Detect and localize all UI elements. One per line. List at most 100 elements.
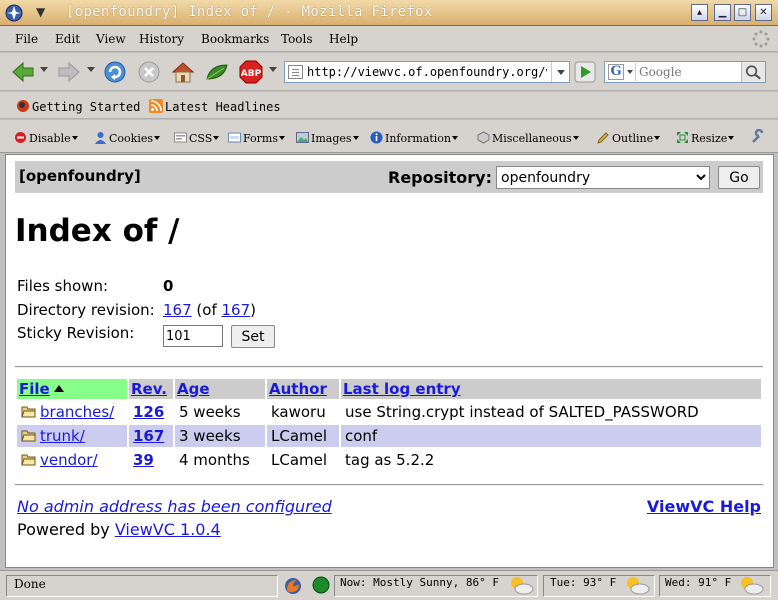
maximize-button[interactable]: □ — [734, 4, 751, 21]
repository-select[interactable]: openfoundry — [496, 166, 710, 189]
directory-revision-value-group: 167 (of 167) — [163, 301, 256, 319]
rev-link[interactable]: 167 — [133, 427, 164, 445]
reload-icon[interactable] — [102, 59, 128, 85]
go-button[interactable]: Go — [718, 166, 760, 189]
search-input[interactable] — [639, 64, 735, 80]
column-rev-link[interactable]: Rev. — [131, 380, 167, 398]
of-prefix: (of — [196, 301, 222, 319]
author-cell: kaworu — [271, 403, 326, 421]
file-link[interactable]: branches/ — [40, 403, 114, 421]
stop-icon[interactable] — [136, 59, 162, 85]
column-file[interactable]: File — [17, 379, 127, 399]
divider — [15, 366, 763, 368]
menu-tools[interactable]: Tools — [281, 32, 313, 46]
bookmark-latest-headlines[interactable]: Latest Headlines — [149, 99, 281, 114]
folder-icon — [21, 454, 36, 466]
close-button[interactable]: ✕ — [755, 4, 772, 21]
dev-images-menu[interactable]: Images — [296, 131, 359, 145]
menu-help[interactable]: Help — [329, 32, 358, 46]
dev-css-menu[interactable]: CSS — [174, 131, 220, 145]
files-shown-label: Files shown: — [17, 277, 109, 295]
leaf-icon[interactable] — [204, 59, 230, 85]
menu-edit[interactable]: Edit — [55, 32, 80, 46]
menu-view[interactable]: View — [96, 32, 126, 46]
viewvc-help-link[interactable]: ViewVC Help — [647, 497, 761, 516]
back-history-arrow-icon[interactable] — [40, 67, 48, 72]
log-cell: tag as 5.2.2 — [345, 451, 435, 469]
head-revision-link[interactable]: 167 — [222, 301, 251, 319]
column-rev[interactable]: Rev. — [129, 379, 173, 399]
rev-link[interactable]: 39 — [133, 451, 154, 469]
dev-resize-menu[interactable]: Resize — [676, 131, 735, 145]
home-icon[interactable] — [170, 59, 196, 85]
column-log-link[interactable]: Last log entry — [343, 380, 461, 398]
firefox-status-icon[interactable] — [283, 576, 303, 596]
column-author[interactable]: Author — [267, 379, 339, 399]
rev-cell: 126 — [129, 401, 173, 423]
menu-file[interactable]: File — [15, 32, 38, 46]
url-history-dropdown[interactable] — [551, 62, 569, 82]
search-box[interactable]: G — [604, 61, 766, 83]
status-green-indicator-icon[interactable] — [312, 576, 330, 594]
column-age[interactable]: Age — [175, 379, 265, 399]
viewvc-version-link[interactable]: ViewVC 1.0.4 — [115, 520, 221, 539]
powered-by: Powered by ViewVC 1.0.4 — [17, 520, 221, 539]
sunny-cloud-icon — [741, 577, 764, 595]
menu-history[interactable]: History — [139, 32, 184, 46]
table-row: branches/ 126 5 weeks kaworu use String.… — [17, 401, 761, 423]
file-link[interactable]: vendor/ — [40, 451, 98, 469]
bookmark-getting-started[interactable]: Getting Started — [16, 99, 140, 114]
dev-cookies-menu[interactable]: Cookies — [94, 131, 160, 145]
file-cell: trunk/ — [17, 425, 127, 447]
admin-address-link[interactable]: No admin address has been configured — [17, 497, 332, 516]
forward-icon[interactable] — [56, 59, 82, 85]
file-link[interactable]: trunk/ — [40, 427, 85, 445]
tools-wrench-icon[interactable] — [750, 129, 766, 145]
weather-tue-text: Tue: 93° F — [550, 576, 617, 589]
column-log[interactable]: Last log entry — [341, 379, 761, 399]
window-menu-arrow-icon[interactable]: ▼ — [36, 5, 45, 19]
author-cell: LCamel — [267, 425, 339, 447]
sticky-revision-input[interactable] — [163, 325, 223, 347]
file-cell: branches/ — [17, 401, 127, 423]
url-bar[interactable] — [284, 61, 570, 83]
disable-icon — [15, 132, 26, 143]
column-author-link[interactable]: Author — [269, 380, 327, 398]
dev-outline-menu[interactable]: Outline — [597, 131, 661, 145]
search-icon[interactable] — [741, 62, 765, 82]
folder-icon — [21, 406, 36, 418]
back-icon[interactable] — [10, 59, 36, 85]
directory-revision-label: Directory revision: — [17, 301, 155, 319]
dev-menu-label: Disable — [29, 132, 71, 145]
rev-cell: 39 — [129, 449, 173, 471]
dev-forms-menu[interactable]: Forms — [228, 131, 285, 145]
column-file-link[interactable]: File — [19, 380, 50, 398]
dev-miscellaneous-menu[interactable]: Miscellaneous — [477, 131, 579, 145]
menu-bookmarks[interactable]: Bookmarks — [201, 32, 269, 46]
sort-ascending-icon — [53, 385, 64, 392]
sunny-cloud-icon — [627, 577, 650, 595]
window-menu-icon[interactable] — [4, 3, 24, 23]
search-engine-selector[interactable]: G — [606, 63, 636, 81]
window-titlebar: ▼ [openfoundry] Index of / - Mozilla Fir… — [0, 0, 778, 26]
svg-text:ABP: ABP — [241, 69, 262, 79]
age-cell: 5 weeks — [179, 403, 241, 421]
adblock-icon[interactable]: ABP — [238, 59, 264, 85]
dev-information-menu[interactable]: Information — [370, 131, 459, 145]
forward-history-arrow-icon[interactable] — [87, 67, 95, 72]
set-button[interactable]: Set — [231, 325, 275, 348]
dev-menu-label: CSS — [189, 132, 213, 145]
rev-link[interactable]: 126 — [133, 403, 164, 421]
firefox-bookmark-icon — [17, 100, 29, 112]
adblock-menu-arrow-icon[interactable] — [269, 67, 277, 72]
listing-header-row: File Rev. Age Author Last log entry — [17, 379, 761, 399]
column-age-link[interactable]: Age — [177, 380, 210, 398]
directory-revision-link[interactable]: 167 — [163, 301, 192, 319]
go-arrow-icon[interactable] — [574, 61, 596, 83]
dev-disable-menu[interactable]: Disable — [14, 131, 78, 145]
url-input[interactable] — [307, 64, 547, 80]
shade-button[interactable]: ▴ — [691, 4, 708, 21]
google-icon: G — [608, 64, 624, 80]
images-icon — [296, 132, 309, 143]
minimize-button[interactable]: ▁ — [714, 4, 731, 21]
